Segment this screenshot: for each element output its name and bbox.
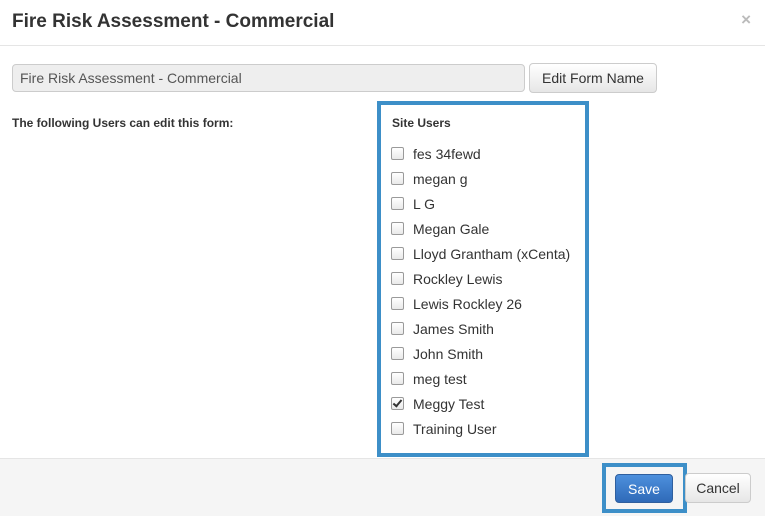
user-checkbox-row[interactable]: fes 34fewd [390,141,570,166]
site-users-list: fes 34fewd megan g L G Megan Gale Lloyd Gran… [390,141,570,441]
checkbox-icon[interactable] [391,347,404,360]
edit-form-name-button[interactable]: Edit Form Name [529,63,657,93]
cancel-button[interactable]: Cancel [685,473,751,503]
user-checkbox-row[interactable]: megan g [390,166,570,191]
user-name-label: Training User [413,420,497,437]
site-users-title: Site Users [392,116,451,130]
user-name-label: Lewis Rockley 26 [413,295,522,312]
checkbox-icon[interactable] [391,297,404,310]
user-name-label: megan g [413,170,468,187]
checkbox-icon[interactable] [391,197,404,210]
checkbox-icon[interactable] [391,272,404,285]
editors-label: The following Users can edit this form: [12,116,234,130]
user-name-label: meg test [413,370,467,387]
checkbox-icon[interactable] [391,172,404,185]
checkbox-icon[interactable] [391,222,404,235]
user-name-label: Megan Gale [413,220,490,237]
user-name-label: James Smith [413,320,494,337]
checkbox-icon[interactable] [391,322,404,335]
user-name-label: Lloyd Grantham (xCenta) [413,245,571,262]
checkbox-icon[interactable] [391,422,404,435]
user-name-label: L G [413,195,436,212]
user-checkbox-row[interactable]: Lloyd Grantham (xCenta) [390,241,570,266]
user-name-label: fes 34fewd [413,145,481,162]
checkbox-icon[interactable] [391,147,404,160]
user-name-label: Meggy Test [413,395,485,412]
user-checkbox-row[interactable]: John Smith [390,341,570,366]
user-checkbox-row[interactable]: Meggy Test [390,391,570,416]
user-checkbox-row[interactable]: meg test [390,366,570,391]
checkbox-icon[interactable] [391,397,404,410]
user-checkbox-row[interactable]: Rockley Lewis [390,266,570,291]
user-name-label: John Smith [413,345,484,362]
user-name-label: Rockley Lewis [413,270,503,287]
user-checkbox-row[interactable]: Lewis Rockley 26 [390,291,570,316]
checkbox-icon[interactable] [391,247,404,260]
checkbox-icon[interactable] [391,372,404,385]
user-checkbox-row[interactable]: Training User [390,416,570,441]
close-icon[interactable]: × [741,11,751,28]
save-button[interactable]: Save [615,474,673,503]
modal-header: Fire Risk Assessment - Commercial × [0,0,765,46]
user-checkbox-row[interactable]: L G [390,191,570,216]
edit-form-modal: Fire Risk Assessment - Commercial × Edit… [0,0,765,516]
user-checkbox-row[interactable]: Megan Gale [390,216,570,241]
form-name-input[interactable] [12,64,525,92]
modal-title: Fire Risk Assessment - Commercial [12,11,335,32]
user-checkbox-row[interactable]: James Smith [390,316,570,341]
